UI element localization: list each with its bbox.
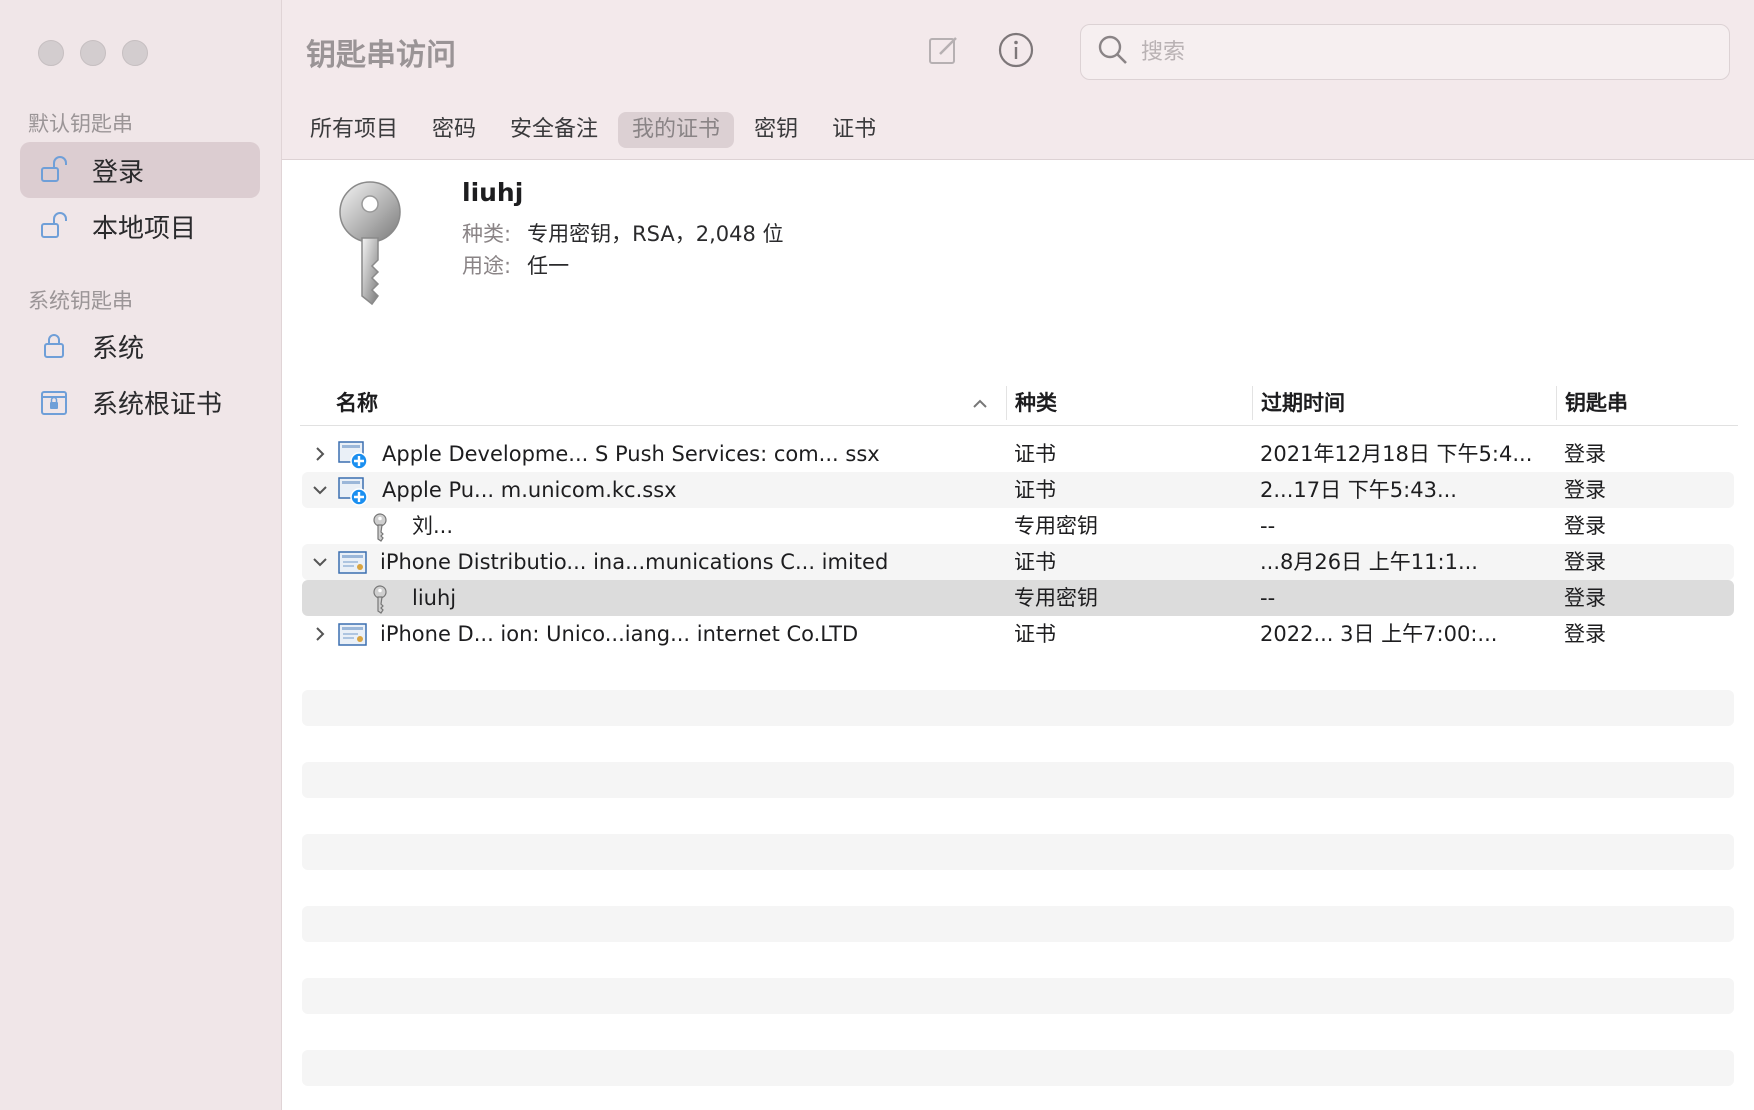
- info-icon: [997, 31, 1035, 73]
- key-icon: [326, 181, 416, 312]
- tab-passwords[interactable]: 密码: [418, 112, 490, 148]
- row-keychain: 登录: [1564, 622, 1606, 646]
- sidebar-item-label: 登录: [92, 157, 145, 188]
- row-name: Apple Pu... m.unicom.kc.ssx: [382, 478, 677, 502]
- row-keychain: 登录: [1564, 442, 1606, 466]
- tab-secure-notes[interactable]: 安全备注: [496, 112, 612, 148]
- window-controls: [38, 40, 148, 66]
- detail-key-image: [326, 178, 416, 308]
- row-name: liuhj: [412, 586, 457, 610]
- search-field[interactable]: [1080, 24, 1730, 80]
- row-expires: 2022... 3日 上午7:00:...: [1260, 622, 1498, 646]
- table-row[interactable]: Apple Developme... S Push Services: com.…: [302, 436, 1734, 472]
- row-keychain: 登录: [1564, 514, 1606, 538]
- table-header: 名称 种类 过期时间 钥匙串: [300, 380, 1738, 426]
- detail-usage-value: 任一: [527, 254, 570, 278]
- chevron-down-icon[interactable]: [310, 544, 330, 580]
- row-kind: 证书: [1014, 550, 1056, 574]
- private-key-icon: [368, 512, 396, 542]
- locked-cabinet-icon: [38, 386, 70, 418]
- chevron-down-icon[interactable]: [310, 472, 330, 508]
- row-expires: --: [1260, 514, 1276, 538]
- sidebar-item-label: 系统根证书: [92, 389, 223, 420]
- row-kind: 证书: [1014, 478, 1056, 502]
- keychain-window: 默认钥匙串 登录 本地项目 系统钥匙串 系统 系统根证书 钥匙串访问 搜索 所有…: [0, 0, 1754, 1110]
- sidebar-section-default: 默认钥匙串: [28, 112, 133, 136]
- column-header-keychain[interactable]: 钥匙串: [1556, 386, 1738, 420]
- row-kind: 证书: [1014, 622, 1056, 646]
- empty-row-stripe: [302, 690, 1734, 726]
- detail-kind-label: 种类:: [462, 222, 512, 246]
- certificate-icon: [338, 620, 367, 648]
- row-keychain: 登录: [1564, 550, 1606, 574]
- sort-ascending-icon: [970, 386, 990, 430]
- private-key-icon: [368, 584, 396, 614]
- search-icon: [1097, 34, 1129, 70]
- table-row[interactable]: iPhone D... ion: Unico...iang... interne…: [302, 616, 1734, 652]
- sidebar-section-system: 系统钥匙串: [28, 289, 133, 313]
- empty-row-stripe: [302, 906, 1734, 942]
- close-button[interactable]: [38, 40, 64, 66]
- detail-usage: 用途: 任一: [462, 250, 569, 280]
- table-row-selected[interactable]: liuhj 专用密钥 -- 登录: [302, 580, 1734, 616]
- row-expires: 2...17日 下午5:43...: [1260, 478, 1457, 502]
- sidebar-item-login[interactable]: 登录: [20, 142, 260, 198]
- info-button[interactable]: [994, 30, 1038, 74]
- column-header-kind[interactable]: 种类: [1006, 386, 1252, 420]
- column-header-name[interactable]: 名称: [300, 386, 1006, 420]
- row-name: iPhone Distributio... ina...munications …: [380, 550, 889, 574]
- unlock-icon: [38, 210, 70, 242]
- sidebar-item-label: 本地项目: [92, 213, 197, 244]
- table-row[interactable]: 刘... 专用密钥 -- 登录: [302, 508, 1734, 544]
- empty-row-stripe: [302, 762, 1734, 798]
- sidebar-item-local[interactable]: 本地项目: [20, 198, 260, 254]
- row-name: Apple Developme... S Push Services: com.…: [382, 442, 880, 466]
- row-expires: ...8月26日 上午11:1...: [1260, 550, 1478, 574]
- certificate-icon: [338, 548, 367, 576]
- row-keychain: 登录: [1564, 478, 1606, 502]
- minimize-button[interactable]: [80, 40, 106, 66]
- compose-icon: [926, 32, 962, 72]
- empty-row-stripe: [302, 1050, 1734, 1086]
- items-table: Apple Developme... S Push Services: com.…: [302, 436, 1734, 652]
- category-tabs: 所有项目 密码 安全备注 我的证书 密钥 证书: [296, 112, 890, 148]
- tab-certificates[interactable]: 证书: [818, 112, 890, 148]
- new-item-button[interactable]: [922, 30, 966, 74]
- chevron-right-icon[interactable]: [310, 616, 330, 652]
- unlock-icon: [38, 154, 70, 186]
- tab-keys[interactable]: 密钥: [740, 112, 812, 148]
- search-input[interactable]: [1141, 39, 1701, 65]
- zoom-button[interactable]: [122, 40, 148, 66]
- detail-usage-label: 用途:: [462, 254, 512, 278]
- toolbar: 钥匙串访问 所有项目 密码 安全备注 我的证书 密钥 证书: [282, 0, 1754, 160]
- certificate-add-icon: [338, 440, 368, 470]
- empty-row-stripe: [302, 978, 1734, 1014]
- detail-kind: 种类: 专用密钥，RSA，2,048 位: [462, 218, 784, 248]
- certificate-add-icon: [338, 476, 368, 506]
- sidebar-item-system[interactable]: 系统: [20, 318, 260, 374]
- sidebar-item-system-roots[interactable]: 系统根证书: [20, 374, 260, 430]
- sidebar-item-label: 系统: [92, 333, 145, 364]
- chevron-right-icon[interactable]: [310, 436, 330, 472]
- window-title: 钥匙串访问: [306, 38, 456, 73]
- detail-item-name: liuhj: [462, 178, 524, 207]
- row-name: 刘...: [412, 514, 454, 538]
- empty-row-stripe: [302, 834, 1734, 870]
- row-keychain: 登录: [1564, 586, 1606, 610]
- column-header-expires[interactable]: 过期时间: [1252, 386, 1556, 420]
- row-kind: 专用密钥: [1014, 514, 1098, 538]
- sidebar: 默认钥匙串 登录 本地项目 系统钥匙串 系统 系统根证书: [0, 0, 282, 1110]
- row-name: iPhone D... ion: Unico...iang... interne…: [380, 622, 859, 646]
- lock-icon: [38, 330, 70, 362]
- row-expires: --: [1260, 586, 1276, 610]
- row-kind: 专用密钥: [1014, 586, 1098, 610]
- tab-my-certificates[interactable]: 我的证书: [618, 112, 735, 148]
- row-expires: 2021年12月18日 下午5:4...: [1260, 442, 1533, 466]
- table-row[interactable]: Apple Pu... m.unicom.kc.ssx 证书 2...17日 下…: [302, 472, 1734, 508]
- tab-all-items[interactable]: 所有项目: [296, 112, 412, 148]
- detail-kind-value: 专用密钥，RSA，2,048 位: [527, 222, 784, 246]
- table-row[interactable]: iPhone Distributio... ina...munications …: [302, 544, 1734, 580]
- row-kind: 证书: [1014, 442, 1056, 466]
